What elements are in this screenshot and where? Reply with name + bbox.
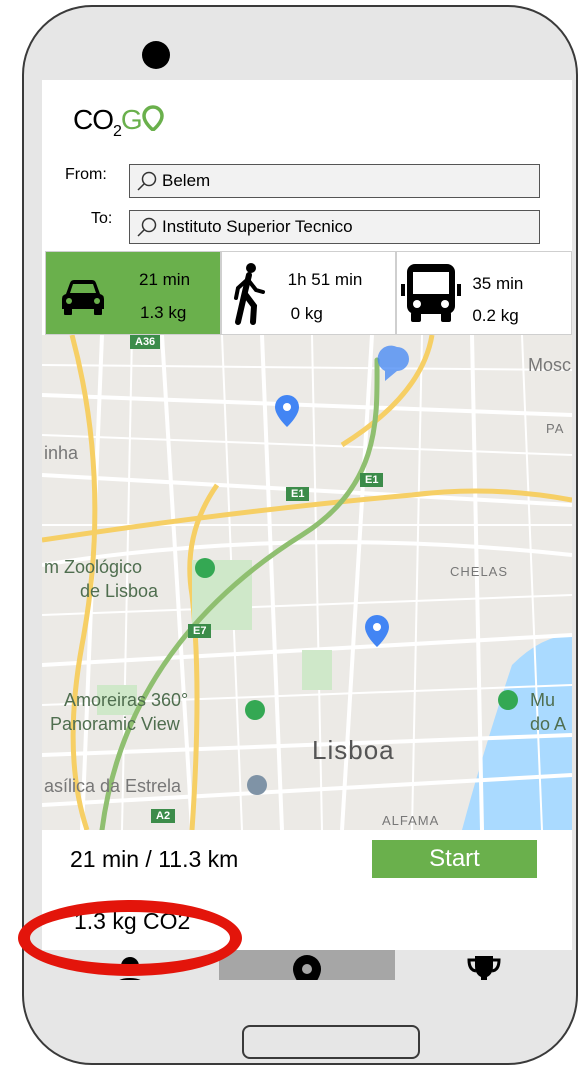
map-label-zoo-1: m Zoológico — [44, 557, 143, 577]
map-label-inha: inha — [44, 443, 79, 463]
co2-highlight-circle — [18, 900, 242, 976]
walk-co2: 0 kg — [290, 304, 323, 323]
search-icon — [137, 217, 157, 237]
route-map[interactable]: A36 Mosc PA inha E1 E1 m Zoológico de Li… — [42, 335, 572, 830]
bus-icon — [401, 264, 462, 322]
car-time: 21 min — [139, 270, 191, 289]
map-label-chelas: CHELAS — [450, 564, 509, 579]
map-label-basilica: asílica da Estrela — [44, 776, 182, 796]
walking-person-icon — [233, 263, 265, 325]
from-label: From: — [65, 166, 107, 183]
nav-achievements[interactable] — [395, 950, 572, 980]
road-shield-e7: E7 — [188, 624, 212, 638]
to-search-input[interactable]: Instituto Superior Tecnico — [129, 210, 540, 244]
to-label: To: — [91, 210, 113, 227]
from-search-input[interactable]: Belem — [129, 164, 540, 198]
mode-tab-walk[interactable]: 1h 51 min 0 kg — [220, 251, 397, 335]
map-label-pa: PA — [546, 421, 565, 436]
app-screen: CO2G From: Belem To: Instituto Superior … — [42, 80, 572, 980]
map-label-lisboa: Lisboa — [312, 735, 395, 765]
location-pin-icon — [293, 955, 321, 980]
start-button[interactable]: Start — [372, 840, 537, 878]
car-icon — [62, 280, 104, 315]
map-label-museum-2: do A — [530, 714, 567, 734]
road-shield-a36: A36 — [130, 335, 161, 349]
map-label-amoreiras-2: Panoramic View — [50, 714, 180, 734]
map-label-mosc: Mosc — [528, 355, 572, 375]
map-label-zoo-2: de Lisboa — [80, 581, 159, 601]
walk-time: 1h 51 min — [287, 270, 363, 289]
home-button[interactable] — [242, 1025, 420, 1059]
camera-dot — [142, 41, 170, 69]
logo-pin-icon — [141, 105, 164, 131]
from-value: Belem — [162, 171, 211, 190]
mode-tab-bus[interactable]: 35 min 0.2 kg — [396, 251, 572, 335]
road-shield-e1-left: E1 — [286, 487, 310, 501]
nav-map[interactable] — [218, 950, 396, 980]
mode-tab-car[interactable]: 21 min 1.3 kg — [45, 251, 221, 335]
search-icon — [137, 171, 157, 191]
road-shield-e1-right: E1 — [360, 473, 384, 487]
trophy-icon — [467, 956, 501, 980]
map-label-alfama: ALFAMA — [382, 813, 440, 828]
transport-mode-tabs: 21 min 1.3 kg 1h 51 min 0 kg 35 min 0.2 … — [45, 251, 572, 335]
map-label-amoreiras-1: Amoreiras 360° — [64, 690, 189, 710]
to-value: Instituto Superior Tecnico — [162, 217, 353, 236]
bus-co2: 0.2 kg — [472, 306, 519, 325]
bus-time: 35 min — [472, 274, 524, 293]
map-label-museum-1: Mu — [530, 690, 556, 710]
route-summary: 21 min / 11.3 km — [70, 846, 239, 872]
road-shield-a2: A2 — [151, 809, 176, 823]
car-co2: 1.3 kg — [140, 303, 187, 322]
app-logo: CO2G — [73, 104, 164, 140]
